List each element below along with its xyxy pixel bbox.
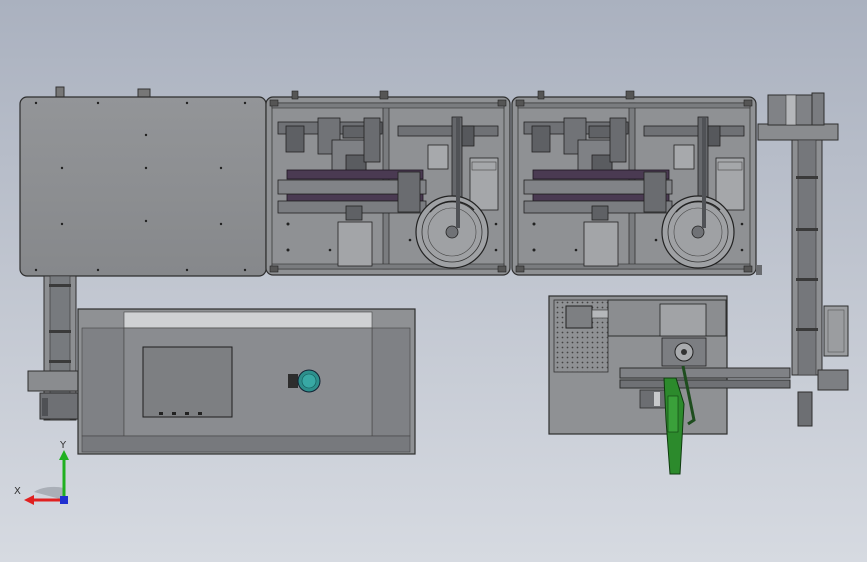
control-cabinet [77, 308, 416, 455]
triad-y-label: Y [60, 440, 67, 451]
machine-module-right [511, 90, 757, 276]
left-vertical-conveyor [27, 275, 85, 421]
coordinate-triad-icon [24, 450, 69, 505]
cad-model-canvas[interactable] [0, 0, 867, 562]
machine-module-left [265, 90, 511, 276]
cad-viewport[interactable]: Y X [0, 0, 867, 562]
top-plate [19, 86, 267, 277]
triad-x-label: X [14, 486, 21, 497]
